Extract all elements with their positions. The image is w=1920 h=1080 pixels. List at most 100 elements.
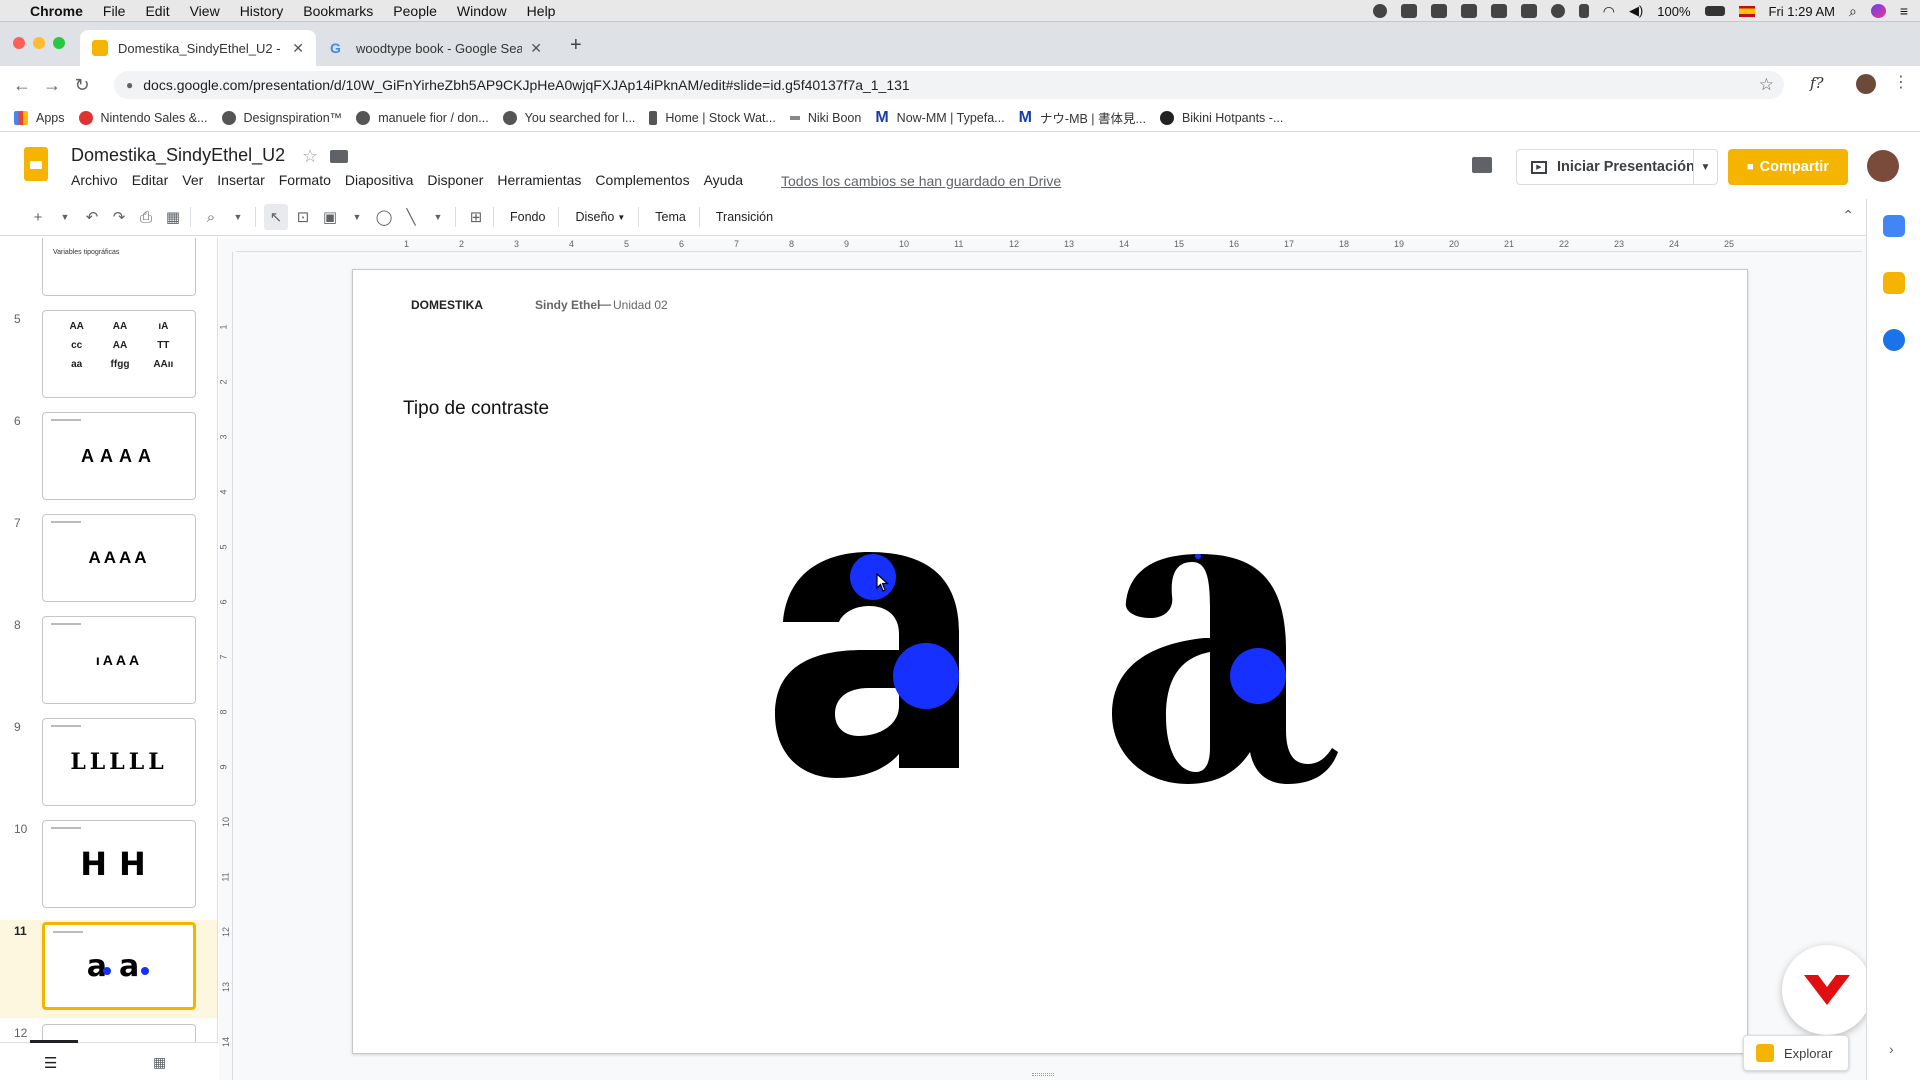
menu-diapositiva[interactable]: Diapositiva (345, 172, 413, 188)
line-dropdown-icon[interactable]: ▼ (426, 204, 450, 230)
menu-window[interactable]: Window (447, 3, 517, 19)
menu-people[interactable]: People (383, 3, 447, 19)
bookmark-item[interactable]: M ナウ-MB | 書体見... (1019, 108, 1146, 127)
background-button[interactable]: Fondo (502, 204, 553, 230)
glyph-a-bold[interactable] (773, 550, 973, 780)
slide-thumbnail[interactable]: AAAA (42, 412, 196, 500)
document-title[interactable]: Domestika_SindyEthel_U2 (71, 145, 285, 166)
bookmark-item[interactable]: Bikini Hotpants -... (1159, 110, 1283, 125)
siri-icon[interactable] (1870, 4, 1886, 18)
slide-heading[interactable]: Tipo de contraste (403, 398, 549, 420)
theme-button[interactable]: Tema (647, 204, 694, 230)
forward-button[interactable]: → (38, 71, 66, 99)
lock-icon[interactable]: ● (126, 78, 133, 92)
address-bar[interactable]: ● docs.google.com/presentation/d/10W_GiF… (114, 71, 1784, 99)
present-button[interactable]: ▶ Iniciar Presentación ▼ (1516, 149, 1718, 185)
shape-icon[interactable]: ◯ (372, 204, 396, 230)
user-avatar[interactable] (1867, 150, 1899, 182)
menu-edit[interactable]: Edit (135, 3, 179, 19)
slide-thumbnail[interactable]: LLLLL (42, 718, 196, 806)
layout-button[interactable]: Diseño ▼ (567, 204, 633, 230)
menu-herramientas[interactable]: Herramientas (497, 172, 581, 188)
keep-icon[interactable] (1883, 272, 1905, 294)
new-tab-button[interactable]: + (570, 34, 582, 57)
close-window-button[interactable] (13, 37, 25, 49)
image-icon[interactable]: ▣ (318, 204, 342, 230)
save-status[interactable]: Todos los cambios se han guardado en Dri… (781, 173, 1061, 189)
zoom-dropdown-icon[interactable]: ▼ (226, 204, 250, 230)
menu-ver[interactable]: Ver (182, 172, 203, 188)
insert-comment-icon[interactable]: ⊞ (464, 204, 488, 230)
menu-insertar[interactable]: Insertar (217, 172, 264, 188)
menu-help[interactable]: Help (517, 3, 566, 19)
bluetooth-icon[interactable] (1578, 4, 1589, 18)
menu-editar[interactable]: Editar (132, 172, 169, 188)
bookmark-item[interactable]: You searched for l... (502, 110, 635, 125)
volume-icon[interactable]: ◀) (1629, 3, 1643, 19)
line-icon[interactable]: ╲ (399, 204, 423, 230)
profile-avatar[interactable] (1856, 74, 1876, 94)
collapse-toolbar-icon[interactable]: ⌃ (1842, 207, 1854, 224)
expand-panel-icon[interactable]: › (1889, 1041, 1894, 1057)
slide-filmstrip[interactable]: Variables tipográficas 5 AA AA ıA cc AA … (0, 238, 218, 1042)
extension-icon[interactable]: f? (1810, 74, 1824, 92)
bookmark-item[interactable]: Designspiration™ (221, 110, 342, 125)
horizontal-ruler[interactable]: 1 2 3 4 5 6 7 8 9 10 11 12 13 14 15 16 17 18 19 20 21 22 23 24 2… (236, 238, 1862, 252)
menu-disponer[interactable]: Disponer (427, 172, 483, 188)
explore-button[interactable]: Explorar (1743, 1035, 1849, 1071)
menu-app-name[interactable]: Chrome (20, 3, 93, 19)
image-dropdown-icon[interactable]: ▼ (345, 204, 369, 230)
redo-icon[interactable]: ↷ (107, 204, 131, 230)
transition-button[interactable]: Transición (708, 204, 781, 230)
menu-archivo[interactable]: Archivo (71, 172, 118, 188)
bookmark-item[interactable]: manuele fior / don... (356, 110, 489, 125)
star-icon[interactable]: ☆ (302, 146, 318, 167)
share-button[interactable]: ■ Compartir (1728, 149, 1848, 185)
airplay-icon[interactable] (1520, 4, 1537, 18)
contrast-dot-right[interactable] (893, 643, 959, 709)
adobe-icon[interactable] (1490, 4, 1507, 18)
bottom-resize-handle[interactable] (1032, 1073, 1054, 1076)
minimize-window-button[interactable] (33, 37, 45, 49)
slide-thumbnail[interactable]: AAAA (42, 514, 196, 602)
reload-button[interactable]: ↻ (68, 71, 96, 99)
slide-thumbnail[interactable]: ıAAA (42, 616, 196, 704)
slide-thumbnail[interactable]: HH (42, 820, 196, 908)
clock[interactable]: Fri 1:29 AM (1769, 4, 1835, 19)
time-machine-icon[interactable] (1550, 4, 1565, 18)
print-icon[interactable]: ⎙ (134, 204, 158, 230)
url-text[interactable]: docs.google.com/presentation/d/10W_GiFnY… (143, 77, 909, 93)
slide-author[interactable]: Sindy Ethel (535, 298, 600, 312)
undo-icon[interactable]: ↶ (80, 204, 104, 230)
wifi-icon[interactable]: ◠ (1603, 3, 1615, 20)
bookmark-item[interactable]: Nintendo Sales &... (78, 110, 208, 125)
grid-view-icon[interactable]: ▦ (153, 1054, 166, 1071)
tab-slides[interactable]: Domestika_SindyEthel_U2 - Pr ✕ (80, 30, 316, 66)
record-icon[interactable] (1372, 4, 1387, 18)
menu-view[interactable]: View (180, 3, 230, 19)
zoom-icon[interactable]: ⌕ (199, 204, 223, 230)
slide-unit[interactable]: Unidad 02 (613, 298, 668, 312)
menu-ayuda[interactable]: Ayuda (704, 172, 743, 188)
dropbox-icon[interactable] (1430, 4, 1447, 18)
close-tab-icon[interactable]: ✕ (292, 40, 304, 57)
bookmark-item[interactable]: Niki Boon (789, 111, 861, 125)
paint-format-icon[interactable]: ▦ (161, 204, 185, 230)
menu-history[interactable]: History (230, 3, 294, 19)
tasks-icon[interactable] (1883, 329, 1905, 351)
creative-cloud-icon[interactable] (1400, 4, 1417, 18)
slide-brand[interactable]: DOMESTIKA (411, 298, 483, 312)
domestika-logo-button[interactable] (1782, 945, 1872, 1035)
close-tab-icon[interactable]: ✕ (530, 40, 542, 57)
contrast-dot-stem[interactable] (1230, 648, 1286, 704)
notification-center-icon[interactable]: ≡ (1900, 3, 1908, 19)
slide-thumbnail[interactable]: AA AA ıA cc AA TT aa ffgg AAıı (42, 310, 196, 398)
bookmark-item[interactable]: M Now-MM | Typefa... (875, 109, 1004, 127)
slide[interactable]: DOMESTIKA Sindy Ethel — Unidad 02 Tipo d… (352, 269, 1748, 1054)
menu-file[interactable]: File (93, 3, 136, 19)
menu-formato[interactable]: Formato (279, 172, 331, 188)
menu-bookmarks[interactable]: Bookmarks (293, 3, 383, 19)
zoom-window-button[interactable] (53, 37, 65, 49)
new-slide-dropdown-icon[interactable]: ▼ (53, 204, 77, 230)
tab-google-search[interactable]: G woodtype book - Google Searc ✕ (318, 30, 554, 66)
